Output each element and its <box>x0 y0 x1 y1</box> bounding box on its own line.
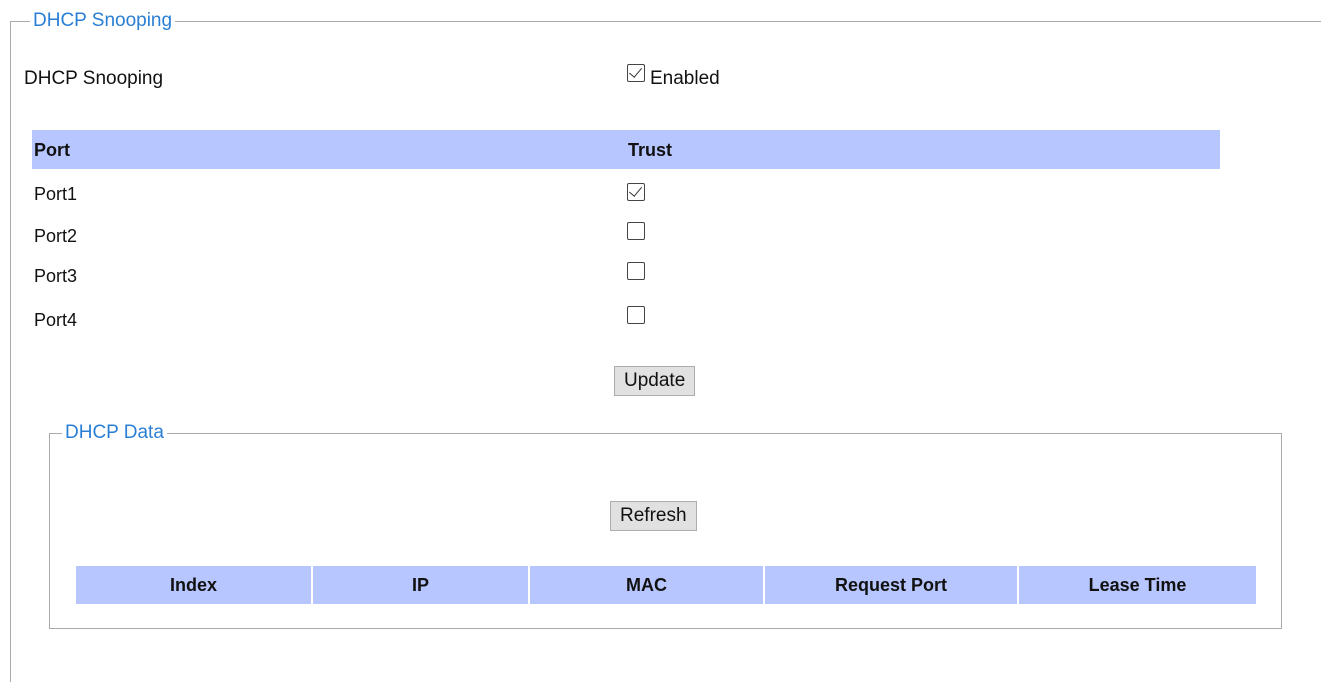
enabled-label: Enabled <box>650 68 720 89</box>
table-row-port3-label: Port3 <box>34 266 78 286</box>
port4-trust-checkbox[interactable] <box>627 306 645 324</box>
request-port-column-header: Request Port <box>765 566 1019 604</box>
port2-trust-checkbox[interactable] <box>627 222 645 240</box>
trust-column-header: Trust <box>628 140 673 160</box>
port3-trust-checkbox[interactable] <box>627 262 645 280</box>
mac-column-header: MAC <box>530 566 765 604</box>
dhcp-snooping-label: DHCP Snooping <box>24 68 164 89</box>
dhcp-snooping-enabled-checkbox[interactable] <box>627 64 645 82</box>
table-row-port1-label: Port1 <box>34 184 78 204</box>
table-row-port4-label: Port4 <box>34 310 78 330</box>
refresh-button[interactable]: Refresh <box>610 501 697 531</box>
dhcp-data-table-header: Index IP MAC Request Port Lease Time <box>76 566 1256 604</box>
port-column-header: Port <box>34 140 70 160</box>
update-button[interactable]: Update <box>614 366 696 396</box>
dhcp-data-legend: DHCP Data <box>62 422 167 444</box>
lease-time-column-header: Lease Time <box>1088 574 1187 595</box>
ip-column-header: IP <box>313 566 530 604</box>
table-row-port2-label: Port2 <box>34 226 78 246</box>
dhcp-snooping-legend: DHCP Snooping <box>30 10 176 32</box>
ports-table-header: Port Trust <box>32 130 1220 169</box>
dhcp-data-fieldset: DHCP Data Refresh Index IP MAC Request P… <box>49 422 1282 629</box>
index-column-header: Index <box>76 566 313 604</box>
port1-trust-checkbox[interactable] <box>627 183 645 201</box>
